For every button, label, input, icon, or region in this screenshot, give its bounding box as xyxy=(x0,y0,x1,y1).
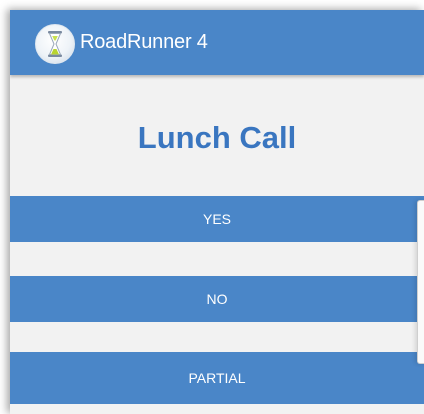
app-window: RoadRunner 4 Lunch Call YES NO PARTIAL xyxy=(10,10,424,414)
side-panel-edge[interactable] xyxy=(417,200,424,364)
no-button[interactable]: NO xyxy=(10,276,424,322)
hourglass-icon xyxy=(35,24,75,64)
partial-button[interactable]: PARTIAL xyxy=(10,352,424,404)
bottom-area xyxy=(10,404,424,414)
app-bar: RoadRunner 4 xyxy=(10,10,424,75)
page-title: Lunch Call xyxy=(137,120,297,155)
yes-button[interactable]: YES xyxy=(10,196,424,242)
app-title: RoadRunner 4 xyxy=(80,31,208,53)
